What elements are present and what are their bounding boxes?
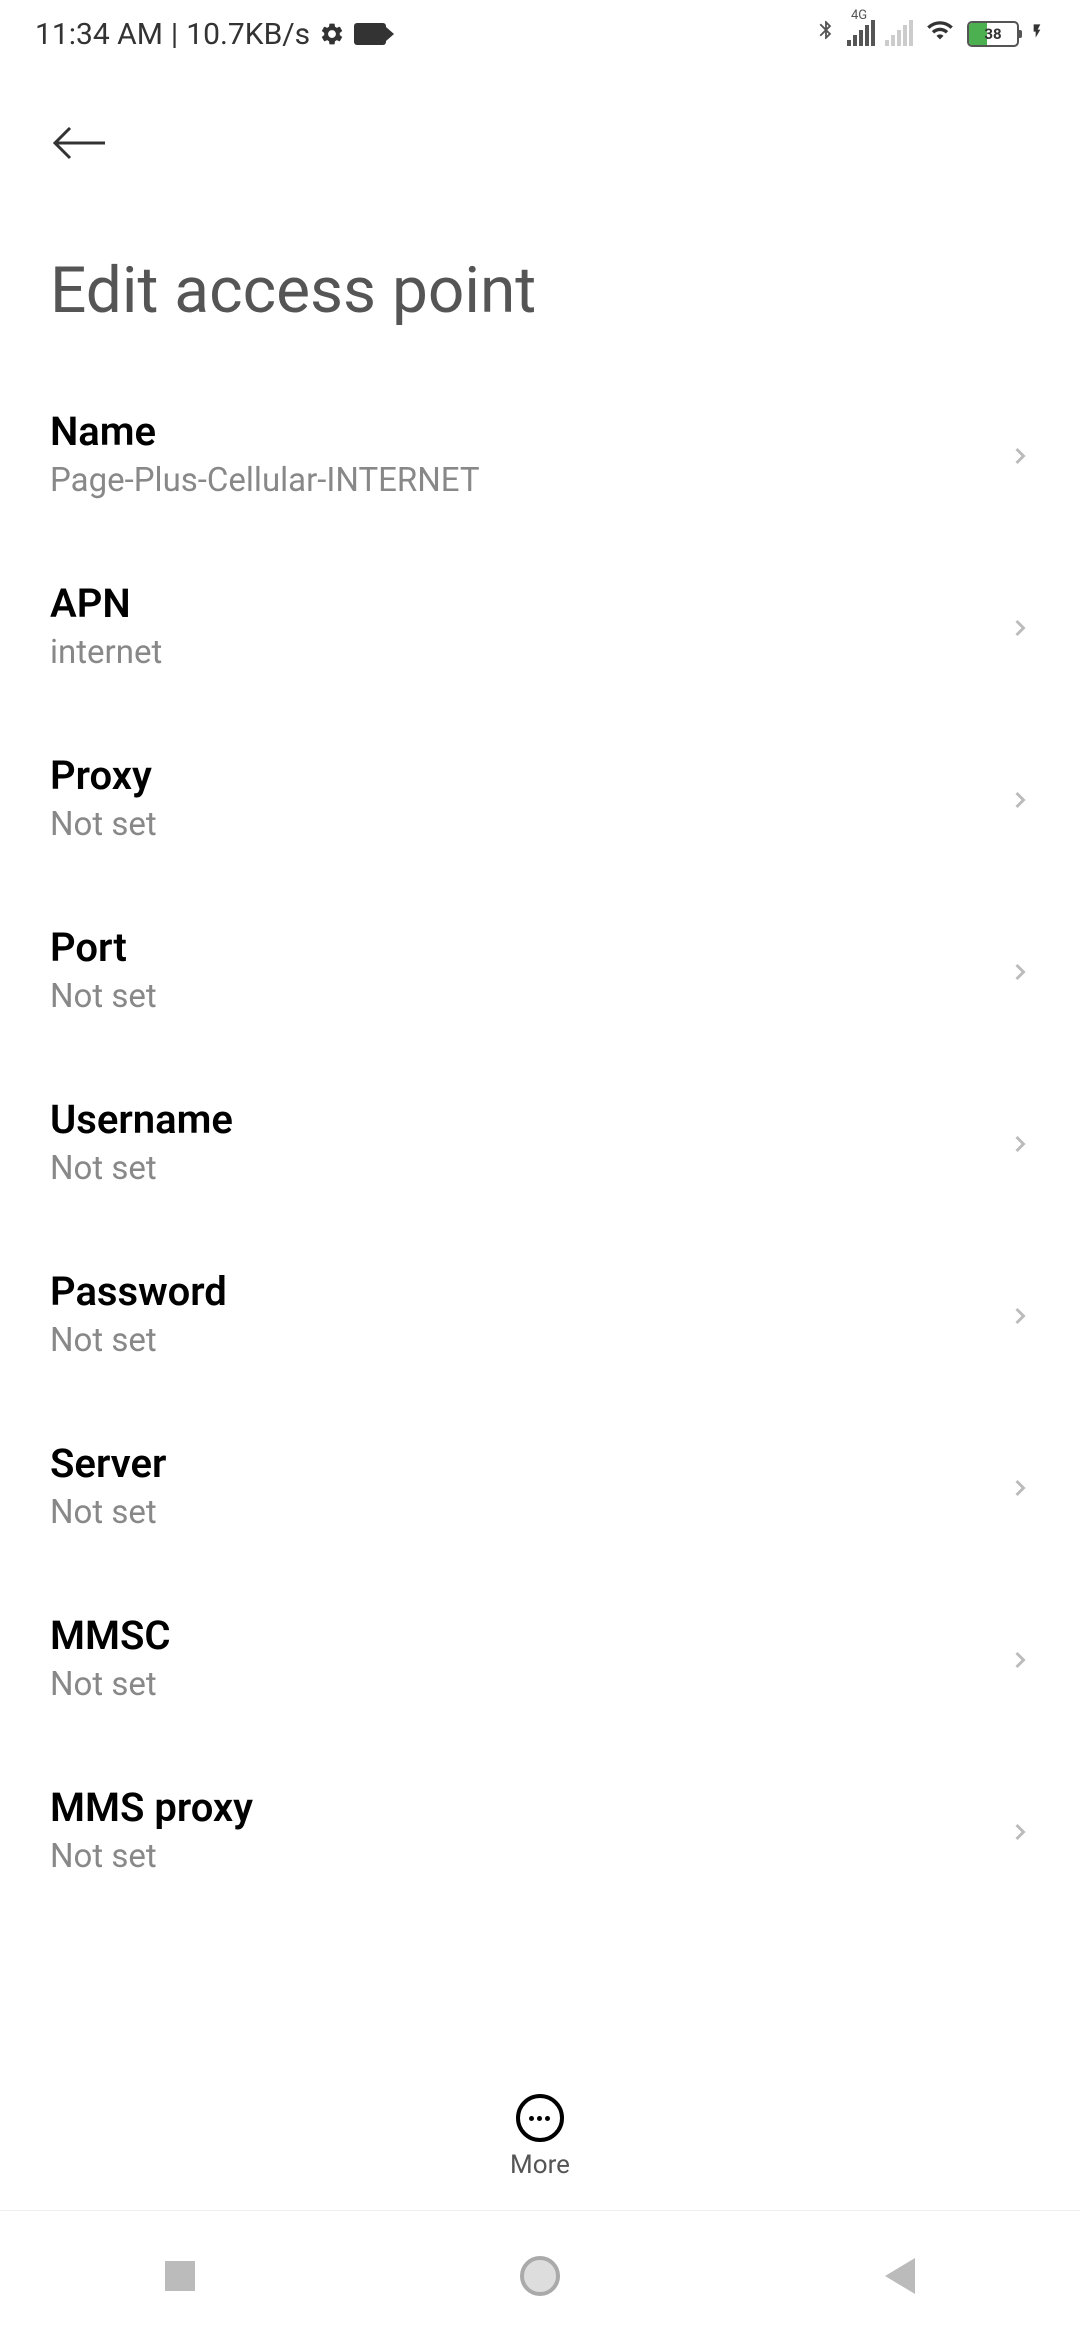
status-right: 4G 38 [815,15,1045,53]
setting-proxy[interactable]: Proxy Not set [50,712,1030,884]
settings-icon [318,20,346,48]
header [0,63,1080,193]
battery-icon: 38 [967,21,1019,47]
status-left: 11:34 AM | 10.7KB/s [35,17,386,52]
signal-no-sim-icon [885,22,913,46]
setting-value: Not set [50,1321,1006,1360]
setting-value: Not set [50,977,1006,1016]
chevron-right-icon [1006,958,1030,982]
setting-name[interactable]: Name Page-Plus-Cellular-INTERNET [50,368,1030,540]
nav-back-button[interactable] [870,2246,930,2306]
page-title: Edit access point [0,193,1080,368]
bluetooth-icon [815,15,837,53]
camera-icon [354,23,386,45]
setting-label: Password [50,1268,1006,1315]
chevron-right-icon [1006,614,1030,638]
status-separator: | [171,17,178,52]
chevron-right-icon [1006,442,1030,466]
more-icon [516,2094,564,2142]
back-button[interactable] [50,113,110,173]
nav-home-button[interactable] [510,2246,570,2306]
setting-label: MMS proxy [50,1784,1006,1831]
setting-server[interactable]: Server Not set [50,1400,1030,1572]
chevron-right-icon [1006,1130,1030,1154]
chevron-right-icon [1006,786,1030,810]
chevron-right-icon [1006,1474,1030,1498]
setting-password[interactable]: Password Not set [50,1228,1030,1400]
setting-value: Not set [50,805,1006,844]
setting-value: Not set [50,1837,1006,1876]
signal-4g-icon: 4G [847,22,875,46]
chevron-right-icon [1006,1646,1030,1670]
chevron-right-icon [1006,1818,1030,1842]
wifi-icon [923,16,957,52]
chevron-right-icon [1006,1302,1030,1326]
setting-label: Port [50,924,1006,971]
setting-value: internet [50,633,1006,672]
setting-apn[interactable]: APN internet [50,540,1030,712]
setting-value: Not set [50,1149,1006,1188]
status-bar: 11:34 AM | 10.7KB/s 4G [0,0,1080,63]
settings-list: Name Page-Plus-Cellular-INTERNET APN int… [0,368,1080,1916]
network-speed: 10.7KB/s [186,17,310,52]
setting-label: MMSC [50,1612,1006,1659]
setting-mms-proxy[interactable]: MMS proxy Not set [50,1744,1030,1916]
bottom-toolbar: More [0,2084,1080,2200]
setting-port[interactable]: Port Not set [50,884,1030,1056]
setting-value: Not set [50,1493,1006,1532]
setting-label: Username [50,1096,1006,1143]
status-time: 11:34 AM [35,17,163,52]
square-icon [165,2261,195,2291]
setting-label: Name [50,408,1006,455]
setting-value: Not set [50,1665,1006,1704]
setting-username[interactable]: Username Not set [50,1056,1030,1228]
triangle-icon [885,2258,915,2294]
nav-recents-button[interactable] [150,2246,210,2306]
circle-icon [520,2256,560,2296]
setting-label: Proxy [50,752,1006,799]
more-label: More [510,2150,570,2180]
more-button[interactable]: More [510,2094,570,2180]
charging-icon [1029,17,1045,51]
setting-mmsc[interactable]: MMSC Not set [50,1572,1030,1744]
setting-value: Page-Plus-Cellular-INTERNET [50,461,1006,500]
setting-label: Server [50,1440,1006,1487]
navigation-bar [0,2210,1080,2340]
setting-label: APN [50,580,1006,627]
battery-level: 38 [984,25,1001,43]
